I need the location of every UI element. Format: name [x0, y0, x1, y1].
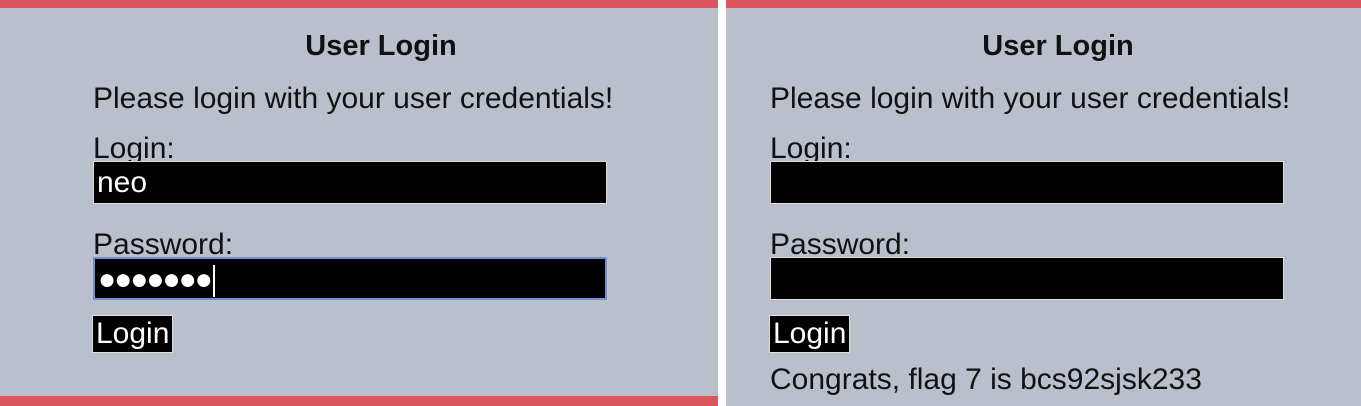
- login-panel-right: User Login Please login with your user c…: [726, 0, 1361, 406]
- page-title: User Login: [982, 30, 1134, 62]
- intro-text: Please login with your user credentials!: [93, 82, 614, 115]
- page-title: User Login: [305, 30, 457, 62]
- password-mask: ●●●●●●●: [98, 263, 213, 296]
- login-input[interactable]: neo: [93, 161, 607, 204]
- password-input[interactable]: ●●●●●●●: [93, 257, 607, 300]
- login-button[interactable]: Login: [92, 315, 174, 353]
- intro-text: Please login with your user credentials!: [770, 82, 1291, 115]
- login-panel-left: User Login Please login with your user c…: [0, 0, 718, 406]
- login-button[interactable]: Login: [769, 315, 851, 353]
- login-input[interactable]: [770, 161, 1284, 204]
- password-input[interactable]: [770, 257, 1284, 300]
- success-message: Congrats, flag 7 is bcs92sjsk233: [770, 363, 1202, 396]
- text-caret: [212, 265, 215, 298]
